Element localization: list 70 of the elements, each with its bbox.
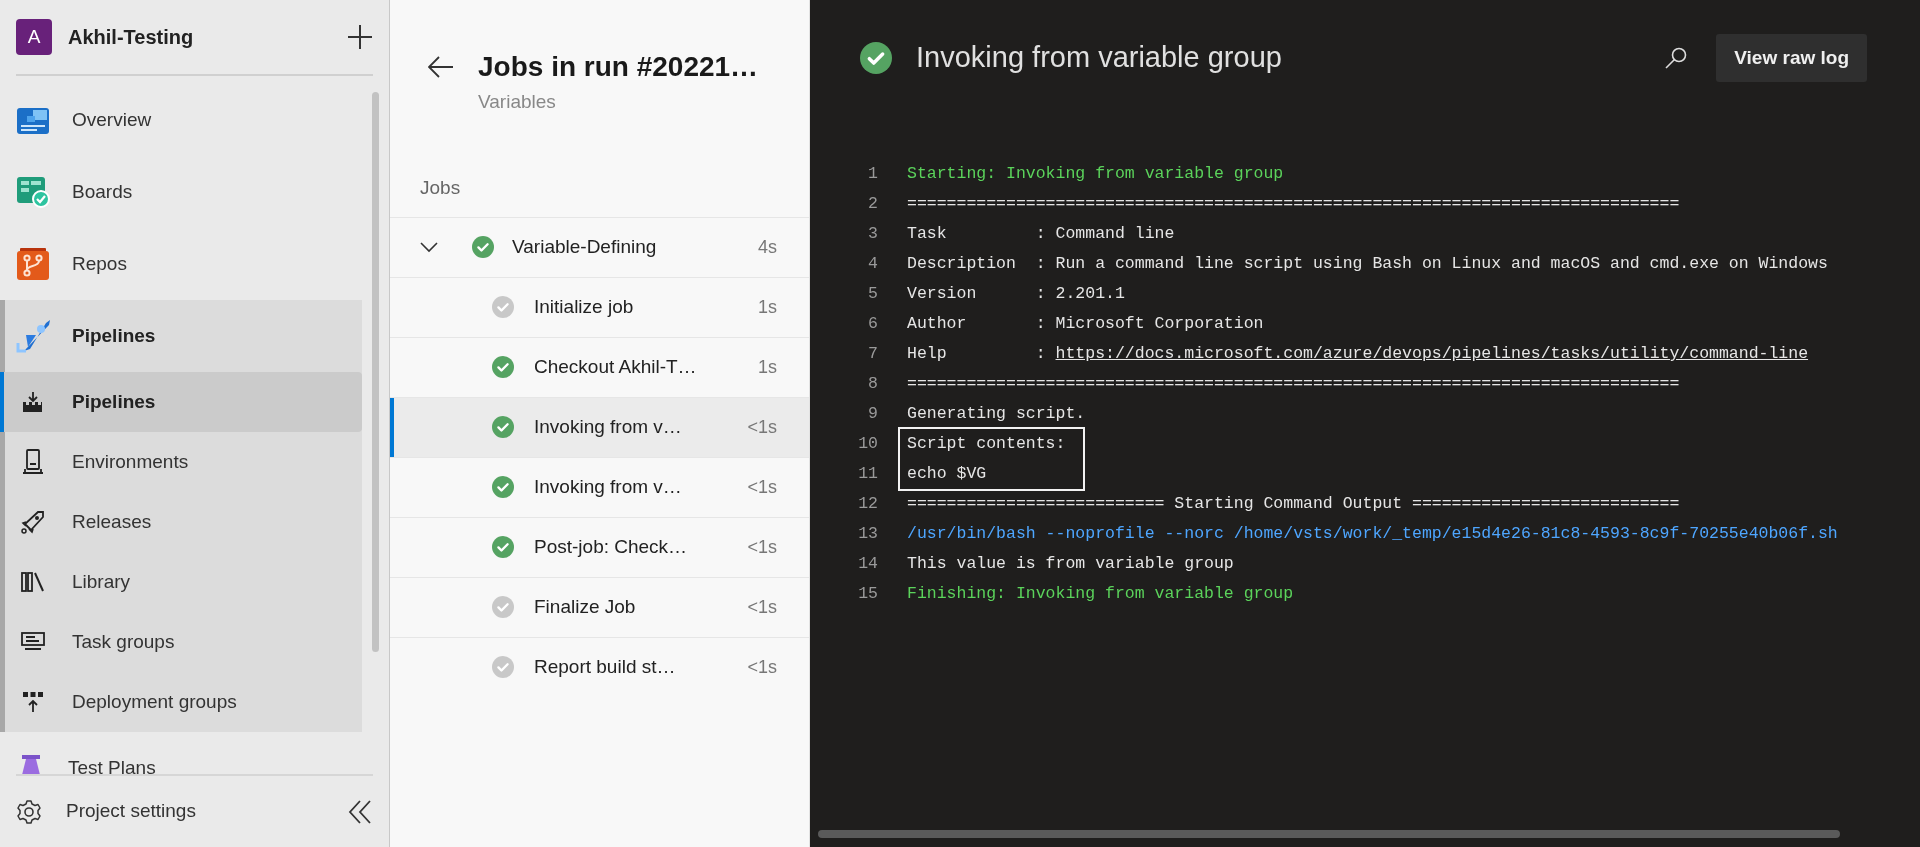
log-line: Starting: Invoking from variable group <box>907 163 1284 185</box>
line-number: 11 <box>857 463 878 485</box>
log-line: Author : Microsoft Corporation <box>907 313 1264 335</box>
line-number: 13 <box>857 523 878 545</box>
line-number: 10 <box>857 433 878 455</box>
log-line: Script contents: <box>907 433 1066 455</box>
chevron-icon[interactable] <box>420 241 438 253</box>
settings-icon <box>16 798 42 825</box>
pipelines-icon <box>16 319 50 353</box>
line-number: 8 <box>867 373 878 395</box>
boards-icon <box>16 176 50 208</box>
page-title: Jobs in run #20221… <box>478 50 759 84</box>
log-line: Version : 2.201.1 <box>907 283 1125 305</box>
log-line: Task : Command line <box>907 223 1175 245</box>
step-row[interactable]: Invoking from v… <1s <box>390 456 809 517</box>
line-number: 12 <box>857 493 878 515</box>
nav-subitem[interactable]: Task groups <box>0 612 362 672</box>
section-label: Jobs <box>420 176 461 201</box>
line-number: 9 <box>867 403 878 425</box>
nav-item[interactable]: Test Plans <box>0 732 362 774</box>
nav-subitem[interactable]: Environments <box>0 432 362 492</box>
line-number: 15 <box>857 583 878 605</box>
log-line: ========================== Starting Command Output =========================== <box>907 493 1680 515</box>
nav-item[interactable]: Overview <box>0 84 362 156</box>
log-line: ============================================================================== <box>907 193 1680 215</box>
step-row[interactable]: Post-job: Check… <1s <box>390 516 809 577</box>
line-number: 2 <box>867 193 878 215</box>
log-line: This value is from variable group <box>907 553 1234 575</box>
nav-subitem[interactable]: Pipelines <box>0 372 362 432</box>
repos-icon <box>16 247 50 281</box>
view-raw-log-button[interactable]: View raw log <box>1716 34 1867 82</box>
step-row[interactable]: Report build st… <1s <box>390 636 809 697</box>
search-icon[interactable] <box>1664 46 1689 70</box>
line-number: 7 <box>867 343 878 365</box>
log-line: Generating script. <box>907 403 1086 425</box>
log-line: Help : https://docs.microsoft.com/azure/devops/pipelines/tasks/utility/command-line <box>907 343 1809 365</box>
overview-icon <box>16 105 50 135</box>
help-link[interactable]: https://docs.microsoft.com/azure/devops/pipelines/tasks/utility/command-line <box>1055 344 1809 363</box>
monitor-icon <box>18 631 48 653</box>
job-row[interactable]: Variable-Defining 4s <box>390 216 809 277</box>
nav-subitem[interactable]: Library <box>0 552 362 612</box>
nav-item[interactable]: Repos <box>0 228 362 300</box>
org-avatar[interactable]: A <box>16 19 52 55</box>
nav-item[interactable]: Boards <box>0 156 362 228</box>
scrollbar[interactable] <box>372 92 379 652</box>
log-line: Description : Run a command line script using Bash on Linux and macOS and cmd.exe on Windows <box>907 253 1828 275</box>
step-row[interactable]: Invoking from v… <1s <box>390 396 809 457</box>
log-line: ============================================================================== <box>907 373 1680 395</box>
add-icon[interactable] <box>347 24 373 50</box>
line-number: 3 <box>867 223 878 245</box>
page-subtitle: Variables <box>478 90 557 114</box>
log-line: Finishing: Invoking from variable group <box>907 583 1294 605</box>
collapse-icon[interactable] <box>347 798 373 825</box>
log-line: /usr/bin/bash --noprofile --norc /home/vsts/work/_temp/e15d4e26-81c8-4593-8c9f-70255e40b06f.sh <box>907 523 1838 545</box>
log-line: echo $VG <box>907 463 988 485</box>
scrollbar[interactable] <box>818 830 1840 838</box>
line-number: 14 <box>857 553 878 575</box>
project-name[interactable]: Akhil-Testing <box>68 22 194 52</box>
nav-item[interactable]: Pipelines <box>5 300 362 372</box>
project-settings-link[interactable]: Project settings <box>66 797 196 826</box>
step-row[interactable]: Finalize Job <1s <box>390 576 809 637</box>
log-title: Invoking from variable group <box>916 40 1282 76</box>
nav-subitem[interactable]: Releases <box>0 492 362 552</box>
nav-subitem[interactable]: Deployment groups <box>0 672 362 732</box>
line-number: 5 <box>867 283 878 305</box>
step-row[interactable]: Checkout Akhil-T… 1s <box>390 336 809 397</box>
step-row[interactable]: Initialize job 1s <box>390 276 809 337</box>
line-number: 6 <box>867 313 878 335</box>
line-number: 4 <box>867 253 878 275</box>
line-number: 1 <box>867 163 878 185</box>
